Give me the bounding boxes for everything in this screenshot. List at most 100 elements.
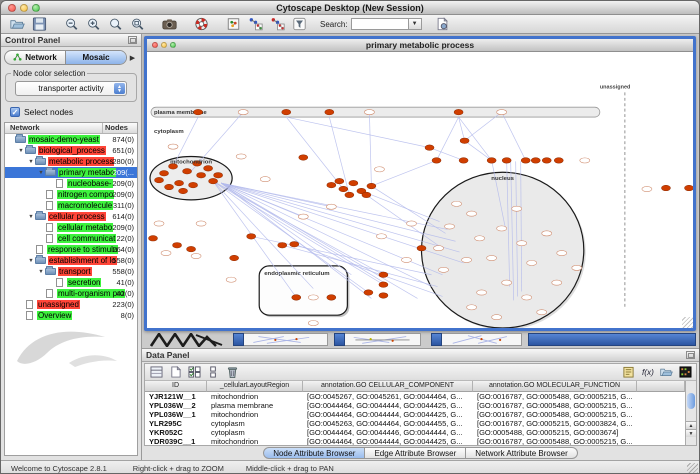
network-node-unselected[interactable] bbox=[527, 260, 537, 265]
table-cell[interactable]: cytoplasm bbox=[207, 419, 303, 428]
unselect-attributes-icon[interactable] bbox=[205, 365, 221, 379]
table-header-cell[interactable]: ID bbox=[145, 381, 207, 392]
network-node[interactable] bbox=[179, 188, 188, 194]
network-zoom-button[interactable] bbox=[170, 42, 176, 48]
network-node[interactable] bbox=[531, 158, 540, 164]
network-node-unselected[interactable] bbox=[445, 224, 455, 229]
table-cell[interactable]: [GO:0016787, GO:0005215, GO:0003824, G..… bbox=[473, 419, 637, 428]
network-node[interactable] bbox=[487, 158, 496, 164]
float-panel-icon[interactable] bbox=[686, 351, 695, 359]
network-node-unselected[interactable] bbox=[475, 236, 485, 241]
network-node-unselected[interactable] bbox=[154, 221, 164, 226]
select-nodes-checkbox[interactable]: ✓ bbox=[10, 107, 20, 117]
tree-row[interactable]: ▼transport558(0) bbox=[5, 266, 137, 277]
tree-row[interactable]: Overview8(0) bbox=[5, 310, 137, 321]
background-window-sliver[interactable] bbox=[345, 333, 421, 346]
network-node-unselected[interactable] bbox=[477, 290, 487, 295]
table-cell[interactable]: YPL036W__1 bbox=[145, 410, 207, 419]
tree-row[interactable]: cellular metabo209(0) bbox=[5, 222, 137, 233]
network-node[interactable] bbox=[209, 178, 218, 184]
network-node[interactable] bbox=[173, 242, 182, 248]
close-button[interactable] bbox=[8, 4, 16, 12]
network-node-unselected[interactable] bbox=[238, 110, 248, 115]
network-node[interactable] bbox=[325, 109, 334, 115]
background-window-sliver[interactable] bbox=[442, 333, 522, 346]
network-node[interactable] bbox=[194, 109, 203, 115]
search-dropdown-button[interactable]: ▼ bbox=[409, 18, 422, 30]
tree-row[interactable]: mosaic-demo-yeast874(0) bbox=[5, 134, 137, 145]
search-input[interactable] bbox=[351, 18, 409, 30]
tree-col-network[interactable]: Network bbox=[5, 123, 103, 133]
network-node[interactable] bbox=[327, 295, 336, 301]
network-close-button[interactable] bbox=[152, 42, 158, 48]
table-cell[interactable]: [GO:0005488, GO:0005215, GO:0003674] bbox=[473, 428, 637, 437]
network-node-unselected[interactable] bbox=[542, 231, 552, 236]
network-node[interactable] bbox=[432, 158, 441, 164]
tree-col-nodes[interactable]: Nodes bbox=[103, 123, 137, 133]
table-cell[interactable]: mitochondrion bbox=[207, 410, 303, 419]
table-cell[interactable]: [GO:0044464, GO:0044446, GO:0044444, G..… bbox=[303, 428, 473, 437]
help-button[interactable] bbox=[190, 16, 212, 33]
network-node-unselected[interactable] bbox=[517, 241, 527, 246]
hide-selected-button[interactable] bbox=[244, 16, 266, 33]
network-node[interactable] bbox=[165, 184, 174, 190]
table-cell[interactable]: YDR039C__1 bbox=[145, 437, 207, 445]
network-node-unselected[interactable] bbox=[537, 310, 547, 315]
expand-arrow-icon[interactable]: ▼ bbox=[27, 214, 35, 220]
tab-mosaic[interactable]: Mosaic bbox=[65, 51, 126, 64]
network-node[interactable] bbox=[290, 241, 299, 247]
table-scrollbar[interactable]: ▲ ▼ bbox=[685, 381, 696, 445]
function-builder-icon[interactable]: f(x) bbox=[639, 365, 655, 379]
table-cell[interactable]: [GO:0045263, GO:0044464, GO:0044455, G..… bbox=[303, 419, 473, 428]
network-node[interactable] bbox=[542, 158, 551, 164]
network-node-unselected[interactable] bbox=[439, 267, 449, 272]
tab-overflow-button[interactable]: ▶ bbox=[127, 54, 138, 62]
network-node[interactable] bbox=[278, 242, 287, 248]
tree-row[interactable]: cell communicat22(0) bbox=[5, 233, 137, 244]
network-node-unselected[interactable] bbox=[580, 158, 590, 163]
network-node-unselected[interactable] bbox=[467, 211, 477, 216]
network-node-unselected[interactable] bbox=[298, 214, 308, 219]
tree-row[interactable]: unassigned223(0) bbox=[5, 299, 137, 310]
zoom-fit-button[interactable] bbox=[126, 16, 148, 33]
network-node-unselected[interactable] bbox=[308, 321, 318, 326]
table-cell[interactable] bbox=[637, 428, 685, 437]
table-cell[interactable]: cytoplasm bbox=[207, 428, 303, 437]
network-node[interactable] bbox=[183, 169, 192, 175]
tree-row[interactable]: secretion41(0) bbox=[5, 277, 137, 288]
table-cell[interactable]: [GO:0044464, GO:0044444, GO:0044425, G..… bbox=[303, 401, 473, 410]
network-node[interactable] bbox=[230, 255, 239, 261]
network-node[interactable] bbox=[349, 180, 358, 186]
tree-row[interactable]: ▼establishment of lo558(0) bbox=[5, 255, 137, 266]
expand-arrow-icon[interactable]: ▼ bbox=[37, 170, 45, 176]
network-node-unselected[interactable] bbox=[236, 154, 246, 159]
network-node[interactable] bbox=[379, 293, 388, 299]
network-node-unselected[interactable] bbox=[326, 204, 336, 209]
expand-arrow-icon[interactable]: ▼ bbox=[27, 159, 35, 165]
table-cell[interactable]: [GO:0016787, GO:0005488, GO:0005215, G..… bbox=[473, 401, 637, 410]
network-node[interactable] bbox=[502, 158, 511, 164]
network-node[interactable] bbox=[454, 109, 463, 115]
tree-row[interactable]: response to stimulu264(0) bbox=[5, 244, 137, 255]
background-window-corner[interactable] bbox=[233, 333, 244, 346]
search-options-button[interactable] bbox=[432, 16, 454, 33]
network-node-unselected[interactable] bbox=[406, 221, 416, 226]
network-node[interactable] bbox=[197, 172, 206, 178]
select-attributes-icon[interactable] bbox=[186, 365, 202, 379]
network-window-titlebar[interactable]: primary metabolic process bbox=[147, 39, 693, 52]
table-header-cell[interactable] bbox=[637, 381, 685, 392]
tree-row[interactable]: nitrogen compo209(0) bbox=[5, 189, 137, 200]
network-view-window[interactable]: primary metabolic process plasma membran… bbox=[144, 36, 696, 331]
network-node[interactable] bbox=[282, 109, 291, 115]
network-node[interactable] bbox=[661, 185, 670, 191]
network-node-unselected[interactable] bbox=[168, 144, 178, 149]
tree-row[interactable]: ▼metabolic process280(0) bbox=[5, 156, 137, 167]
tab-node-attribute-browser[interactable]: Node Attribute Browser bbox=[263, 447, 365, 459]
network-node[interactable] bbox=[155, 177, 164, 183]
minimize-button[interactable] bbox=[20, 4, 28, 12]
network-node[interactable] bbox=[554, 158, 563, 164]
network-node[interactable] bbox=[160, 170, 169, 176]
tree-row[interactable]: ▼primary metabo209(... bbox=[5, 167, 137, 178]
table-cell[interactable] bbox=[637, 410, 685, 419]
table-cell[interactable]: [GO:0045267, GO:0045261, GO:0044464, G..… bbox=[303, 392, 473, 401]
